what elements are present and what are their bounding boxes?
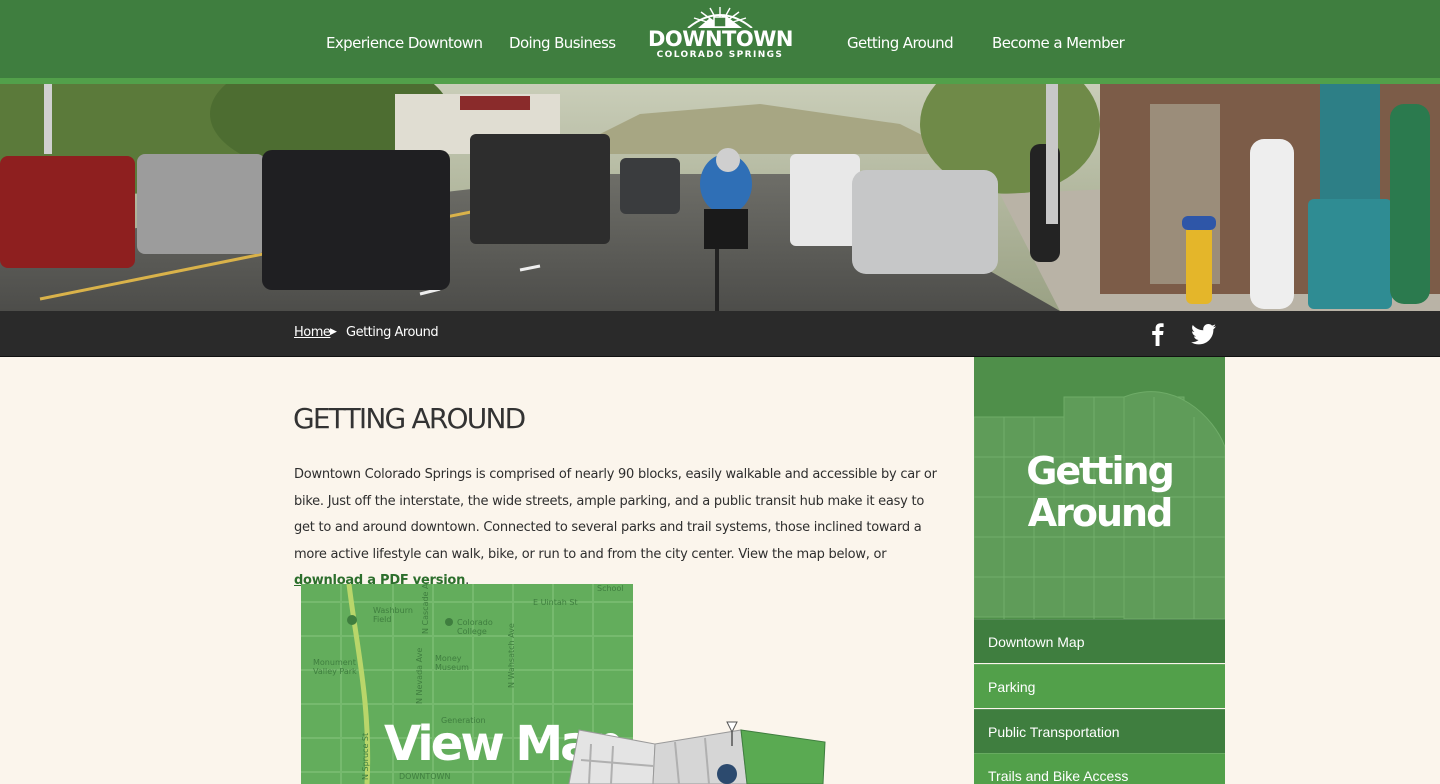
map-label-nevada: N Nevada Ave <box>415 647 424 704</box>
map-label-money-museum: Money Museum <box>435 654 469 672</box>
hero-street-photo <box>0 84 1440 311</box>
nav-doing-business[interactable]: Doing Business <box>509 0 616 78</box>
sidebar-title: Getting Around <box>974 450 1225 534</box>
page-title: Getting Around <box>293 402 526 435</box>
map-label-spruce: N Spruce St <box>361 732 370 780</box>
site-header: Experience Downtown Doing Business DOWNT… <box>0 0 1440 84</box>
folded-map-illustration <box>568 721 826 784</box>
map-label-washburn: Washburn Field <box>373 606 413 624</box>
map-label-downtown: DOWNTOWN <box>399 772 451 781</box>
facebook-icon[interactable] <box>1143 319 1173 349</box>
breadcrumb-arrow-icon: ▶ <box>330 326 337 336</box>
site-logo[interactable]: DOWNTOWN COLORADO SPRINGS <box>648 6 793 72</box>
logo-sunburst-icon <box>687 7 753 28</box>
sidebar-item-trails-bike-access[interactable]: Trails and Bike Access <box>974 753 1225 784</box>
sidebar-item-public-transportation[interactable]: Public Transportation <box>974 709 1225 753</box>
sidebar-item-parking[interactable]: Parking <box>974 664 1225 708</box>
nav-getting-around[interactable]: Getting Around <box>847 0 954 78</box>
nav-experience-downtown[interactable]: Experience Downtown <box>326 0 483 78</box>
breadcrumb-bar: Home ▶ Getting Around <box>0 311 1440 357</box>
breadcrumb-home-link[interactable]: Home <box>294 325 331 340</box>
map-label-cascade: N Cascade Ave <box>421 584 430 634</box>
sidebar-title-line1: Getting <box>1026 449 1175 493</box>
nav-become-a-member[interactable]: Become a Member <box>992 0 1125 78</box>
sidebar-item-downtown-map[interactable]: Downtown Map <box>974 619 1225 663</box>
map-label-school: School <box>597 584 624 593</box>
sidebar-title-line2: Around <box>1027 491 1174 535</box>
twitter-icon[interactable] <box>1188 319 1218 349</box>
logo-subtitle: COLORADO SPRINGS <box>656 50 784 60</box>
map-label-colorado-college: Colorado College <box>457 618 493 636</box>
breadcrumb-current: Getting Around <box>346 325 439 340</box>
map-label-monument-valley: Monument Valley Park <box>313 658 357 676</box>
intro-text: Downtown Colorado Springs is comprised o… <box>294 467 937 562</box>
map-label-uintah: E Uintah St <box>533 598 578 607</box>
map-label-wahsatch: N Wahsatch Ave <box>507 623 516 688</box>
logo-wordmark: DOWNTOWN <box>648 27 793 51</box>
intro-paragraph: Downtown Colorado Springs is comprised o… <box>294 462 944 595</box>
